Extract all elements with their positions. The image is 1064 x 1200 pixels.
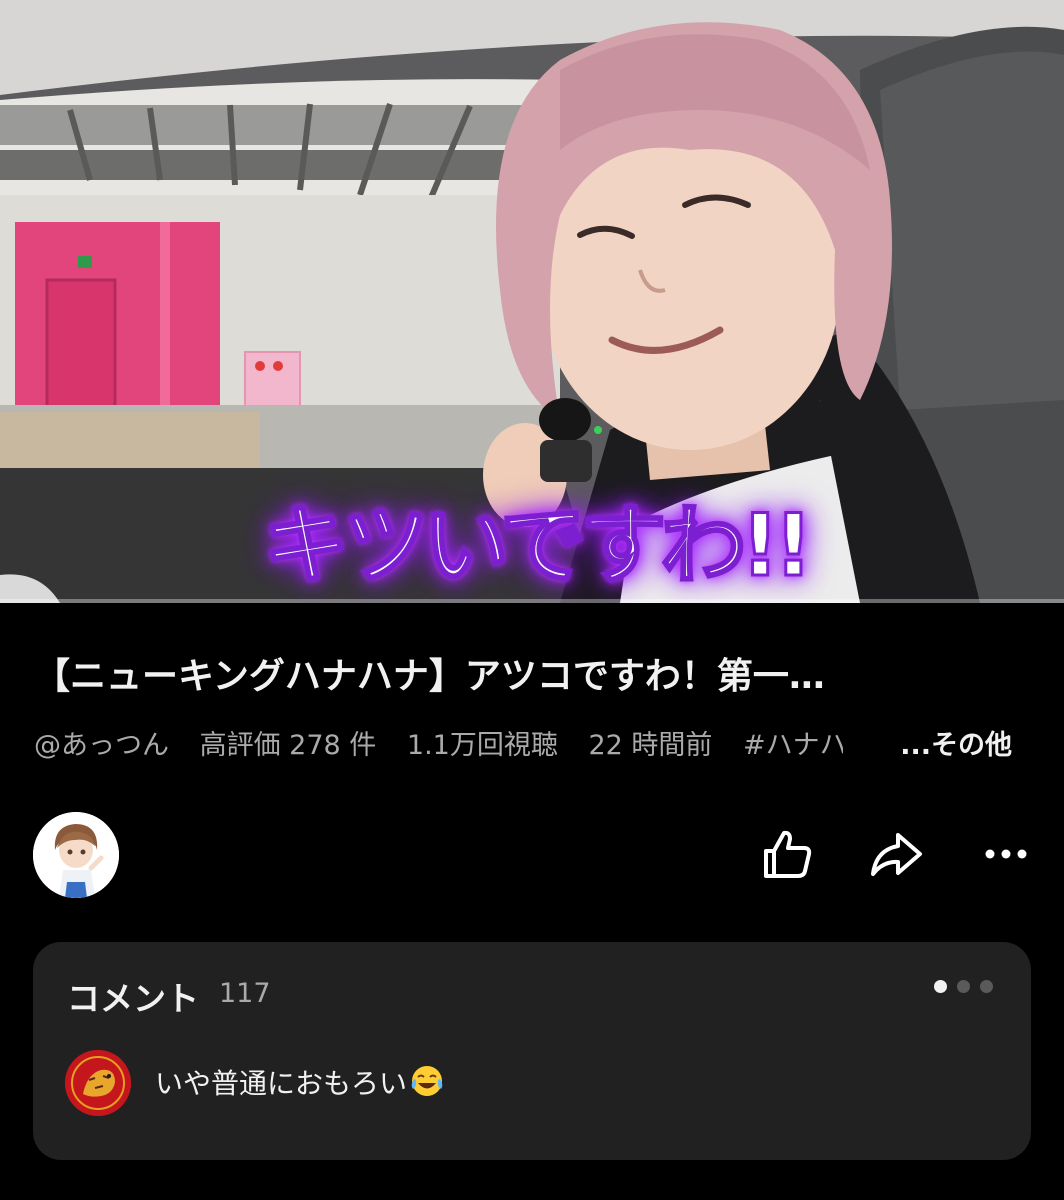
video-caption: キツいですわ!! <box>262 494 815 597</box>
view-count: 1.1万回視聴 <box>406 730 558 761</box>
commenter-avatar-image <box>65 1050 131 1116</box>
comments-pager <box>934 980 993 993</box>
comments-label: コメント <box>67 979 199 1018</box>
channel-avatar-image <box>33 812 119 898</box>
pager-dot <box>957 980 970 993</box>
top-comment: いや普通におもろい <box>155 1062 445 1106</box>
top-comment-text: いや普通におもろい <box>155 1067 408 1100</box>
description-more-button[interactable]: ...その他 <box>896 724 1012 768</box>
video-title[interactable]: 【ニューキングハナハナ】アツコですわ！第一… <box>34 652 1034 702</box>
video-progress-bar[interactable] <box>0 599 1064 603</box>
video-player[interactable]: キツいですわ!! <box>0 0 1064 603</box>
comments-panel[interactable]: コメント 117 いや普通におもろい <box>33 942 1031 1160</box>
share-icon <box>871 833 922 876</box>
face-with-tears-of-joy-icon <box>409 1063 445 1106</box>
hashtag: #ハナハ <box>742 730 843 761</box>
comments-count: 117 <box>219 978 271 1009</box>
like-button[interactable] <box>756 824 816 884</box>
published-time: 22 時間前 <box>588 730 713 761</box>
pager-dot <box>980 980 993 993</box>
video-meta[interactable]: @あっつん 高評価 278 件 1.1万回視聴 22 時間前 #ハナハ <box>34 724 1034 768</box>
more-horizontal-icon <box>985 849 1027 859</box>
share-button[interactable] <box>866 824 926 884</box>
commenter-avatar[interactable] <box>65 1050 131 1116</box>
like-count: 高評価 278 件 <box>199 730 377 761</box>
thumbs-up-icon <box>764 830 812 878</box>
more-actions-button[interactable] <box>976 824 1036 884</box>
channel-avatar[interactable] <box>33 812 119 898</box>
channel-handle: @あっつん <box>34 730 169 761</box>
pager-dot <box>934 980 947 993</box>
